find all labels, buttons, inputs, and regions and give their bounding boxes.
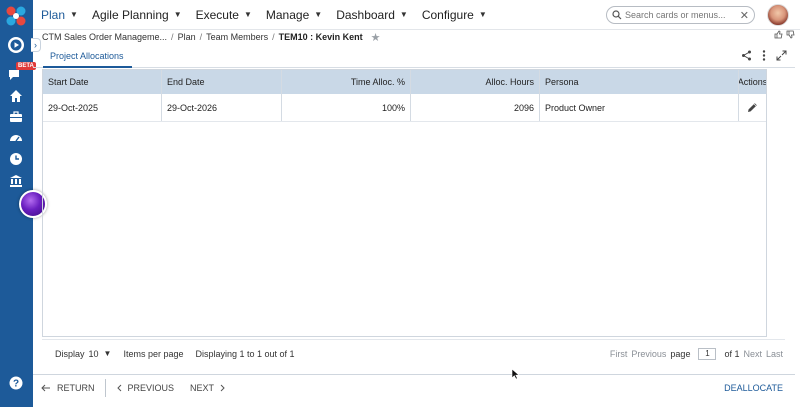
column-header-start-date[interactable]: Start Date [43,70,162,94]
per-page-value: 10 [88,348,99,359]
thumbs-down-icon[interactable] [786,30,795,39]
breadcrumb-plan[interactable]: Plan [178,32,196,42]
chevron-left-icon [116,384,121,391]
breadcrumb-project[interactable]: CTM Sales Order Manageme... [42,32,167,42]
next-button[interactable]: NEXT [182,383,234,393]
chevron-right-icon [220,384,225,391]
caret-down-icon: ▼ [478,10,487,19]
thumbs-up-icon[interactable] [774,30,783,39]
cell-alloc-hours: 2096 [411,94,540,121]
nav-agile-planning[interactable]: Agile Planning ▼ [92,8,182,22]
nav-dashboard[interactable]: Dashboard ▼ [336,8,408,22]
deallocate-button[interactable]: DEALLOCATE [724,383,795,393]
nav-plan[interactable]: Plan ▼ [41,8,78,22]
caret-down-icon: ▼ [103,349,112,358]
per-page-select[interactable]: 10 ▼ [89,349,112,359]
app-window: BETA ? › Plan ▼ Agile Planning ▼ Execute ▼ [0,0,800,407]
pagination-controls: First Previous page 1 of 1 Next Last [610,347,785,360]
nav-execute[interactable]: Execute ▼ [196,8,252,22]
global-search: ✕ [606,6,755,24]
footer-bar: RETURN PREVIOUS NEXT DEALLOCATE [33,374,795,400]
next-page-link[interactable]: Next [743,349,762,359]
home-icon[interactable] [7,87,25,105]
caret-down-icon: ▼ [173,10,182,19]
nav-agile-planning-label: Agile Planning [91,7,169,22]
divider [104,378,106,397]
tab-actions [741,50,787,61]
app-logo[interactable] [4,4,28,28]
caret-down-icon: ▼ [314,10,323,19]
previous-button[interactable]: PREVIOUS [108,383,183,393]
clock-icon[interactable] [7,150,25,168]
expand-icon[interactable] [776,50,787,61]
edit-pencil-icon[interactable] [747,102,758,113]
cell-start-date: 29-Oct-2025 [43,94,162,121]
cell-end-date: 29-Oct-2026 [162,94,282,121]
nav-manage[interactable]: Manage ▼ [266,8,322,22]
return-button[interactable]: RETURN [33,383,103,393]
nav-configure[interactable]: Configure ▼ [422,8,487,22]
previous-page-link[interactable]: Previous [631,349,666,359]
caret-down-icon: ▼ [243,10,252,19]
share-icon[interactable] [741,50,752,61]
pagination-bar: Display 10 ▼ Items per page Displaying 1… [42,339,785,367]
breadcrumb-separator: / [272,32,275,42]
nav-manage-label: Manage [265,7,310,22]
caret-down-icon: ▼ [70,10,78,19]
search-icon [612,10,622,20]
next-label: NEXT [190,382,215,393]
tab-bar: Project Allocations [33,46,795,68]
cell-persona: Product Owner [540,94,739,121]
table-header: Start Date End Date Time Alloc. % Alloc.… [43,70,766,94]
page-count-label: of 1 [724,348,740,359]
breadcrumb: CTM Sales Order Manageme... / Plan / Tea… [33,30,800,44]
help-icon[interactable]: ? [7,374,25,392]
page-label: page [670,348,691,359]
column-header-time-alloc[interactable]: Time Alloc. % [282,70,411,94]
first-page-link[interactable]: First [610,349,628,359]
nav-configure-label: Configure [421,7,474,22]
display-label: Display [55,348,85,359]
breadcrumb-separator: / [171,32,174,42]
items-per-page-label: Items per page [123,348,184,359]
tab-project-allocations[interactable]: Project Allocations [43,49,132,68]
breadcrumb-separator: / [199,32,203,42]
briefcase-icon[interactable] [7,108,25,126]
nav-plan-label: Plan [41,7,66,22]
svg-text:?: ? [13,379,19,390]
more-vertical-icon[interactable] [762,50,766,61]
search-input[interactable] [625,10,733,20]
column-header-actions: Actions [739,77,766,87]
breadcrumb-team-members[interactable]: Team Members [206,32,268,42]
table-row[interactable]: 29-Oct-2025 29-Oct-2026 100% 2096 Produc… [43,94,766,122]
column-header-end-date[interactable]: End Date [162,70,282,94]
page-number-input[interactable]: 1 [698,347,717,360]
top-nav: Plan ▼ Agile Planning ▼ Execute ▼ Manage ▼ D… [33,0,800,30]
nav-dashboard-label: Dashboard [336,7,395,22]
star-icon[interactable]: ★ [371,31,381,44]
avatar[interactable] [767,4,789,26]
caret-down-icon: ▼ [399,10,408,19]
arrow-left-icon [41,384,50,391]
close-icon[interactable]: ✕ [740,9,749,22]
play-icon[interactable] [7,36,25,54]
previous-label: PREVIOUS [127,382,175,393]
nav-execute-label: Execute [195,7,239,22]
mouse-cursor-icon [511,368,519,380]
cell-time-alloc: 100% [282,94,411,121]
allocations-table: Start Date End Date Time Alloc. % Alloc.… [42,69,767,337]
last-page-link[interactable]: Last [766,349,783,359]
column-header-alloc-hours[interactable]: Alloc. Hours [411,70,540,94]
feedback-icons [774,30,795,41]
breadcrumb-current: TEM10 : Kevin Kent [278,32,363,42]
bank-icon[interactable] [7,172,25,190]
column-header-persona[interactable]: Persona [540,70,739,94]
cell-actions [739,94,766,121]
pagination-summary: Displaying 1 to 1 out of 1 [195,348,295,359]
return-label: RETURN [57,382,95,393]
dashboard-icon[interactable] [7,129,25,147]
